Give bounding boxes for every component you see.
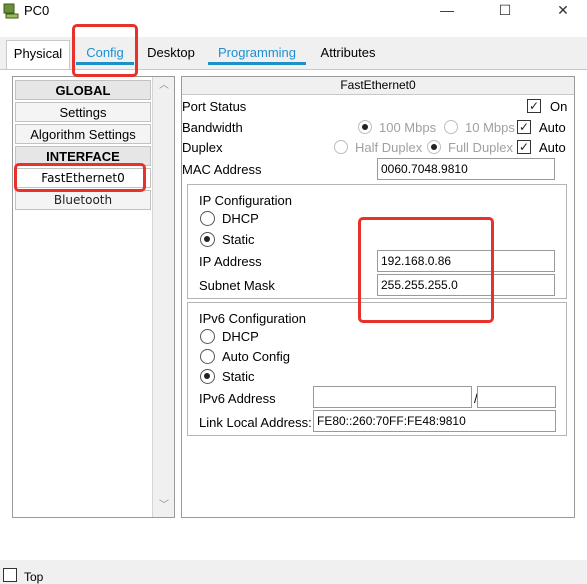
full-duplex-label: Full Duplex xyxy=(448,140,514,155)
bandwidth-10-radio[interactable] xyxy=(444,120,458,134)
ipv6-static-radio[interactable] xyxy=(200,369,215,384)
ip-static-radio[interactable] xyxy=(200,232,215,247)
scroll-up-icon[interactable]: ︿ xyxy=(153,77,175,95)
half-duplex-label: Half Duplex xyxy=(355,140,423,155)
ipv6-address-label: IPv6 Address xyxy=(199,391,276,406)
scroll-down-icon[interactable]: ﹀ xyxy=(153,497,175,515)
half-duplex-radio[interactable] xyxy=(334,140,348,154)
ip-configuration-group: IP Configuration DHCP Static IP Address … xyxy=(187,184,567,299)
bandwidth-10-label: 10 Mbps xyxy=(465,120,515,135)
ipv6-configuration-group: IPv6 Configuration DHCP Auto Config Stat… xyxy=(187,302,567,436)
bandwidth-auto-label: Auto xyxy=(539,120,566,135)
title-bar: PC0 — ☐ ✕ xyxy=(0,0,587,22)
sidebar-item-algorithm-settings[interactable]: Algorithm Settings xyxy=(15,124,151,144)
ip-dhcp-radio[interactable] xyxy=(200,211,215,226)
tab-programming-label: Programming xyxy=(217,45,297,60)
tab-physical-label: Physical xyxy=(13,46,63,61)
tab-programming[interactable]: Programming xyxy=(208,40,306,65)
subnet-mask-label: Subnet Mask xyxy=(199,278,275,293)
ip-config-title: IP Configuration xyxy=(199,193,292,208)
ipv6-auto-config-label: Auto Config xyxy=(222,349,290,364)
ipv6-config-title: IPv6 Configuration xyxy=(199,311,306,326)
tab-attributes-label: Attributes xyxy=(320,45,376,60)
bandwidth-label: Bandwidth xyxy=(182,120,243,135)
ip-address-field[interactable]: 192.168.0.86 xyxy=(377,250,555,272)
tab-config[interactable]: Config xyxy=(76,40,134,65)
pc-app-icon xyxy=(3,3,19,19)
sidebar-item-bluetooth[interactable]: Bluetooth xyxy=(15,190,151,210)
sidebar-header-interface: INTERFACE xyxy=(15,146,151,166)
bottom-bar: Top xyxy=(0,560,587,584)
tab-programming-underline xyxy=(208,62,306,65)
minimize-icon[interactable]: — xyxy=(430,0,464,20)
ipv6-prefix-field[interactable] xyxy=(477,386,556,408)
sidebar-header-global: GLOBAL xyxy=(15,80,151,100)
sidebar-item-settings[interactable]: Settings xyxy=(15,102,151,122)
mac-address-field[interactable]: 0060.7048.9810 xyxy=(377,158,555,180)
sidebar-scrollbar[interactable]: ︿ ﹀ xyxy=(152,77,174,517)
subnet-mask-field[interactable]: 255.255.255.0 xyxy=(377,274,555,296)
window-title: PC0 xyxy=(24,3,50,18)
tab-bar: Physical Config Desktop Programming Attr… xyxy=(0,37,587,69)
ipv6-auto-config-radio[interactable] xyxy=(200,349,215,364)
mac-address-label: MAC Address xyxy=(182,162,262,177)
port-on-checkbox[interactable]: ✓ xyxy=(527,99,541,113)
maximize-icon[interactable]: ☐ xyxy=(488,0,522,20)
link-local-address-label: Link Local Address: xyxy=(199,415,312,430)
top-label: Top xyxy=(24,570,44,584)
interface-title: FastEthernet0 xyxy=(182,77,574,95)
close-icon[interactable]: ✕ xyxy=(546,0,580,20)
ip-static-label: Static xyxy=(222,232,255,247)
top-checkbox[interactable] xyxy=(3,568,17,582)
ipv6-address-field[interactable] xyxy=(313,386,472,408)
ipv6-static-label: Static xyxy=(222,369,255,384)
interface-panel: FastEthernet0 Port Status ✓ On Bandwidth… xyxy=(181,76,575,518)
bandwidth-100-radio[interactable] xyxy=(358,120,372,134)
full-duplex-radio[interactable] xyxy=(427,140,441,154)
tab-attributes[interactable]: Attributes xyxy=(312,40,384,65)
port-status-label: Port Status xyxy=(182,99,247,114)
ip-dhcp-label: DHCP xyxy=(222,211,259,226)
tab-desktop[interactable]: Desktop xyxy=(140,40,202,65)
duplex-label: Duplex xyxy=(182,140,223,155)
ipv6-dhcp-radio[interactable] xyxy=(200,329,215,344)
link-local-address-field[interactable]: FE80::260:70FF:FE48:9810 xyxy=(313,410,556,432)
ipv6-dhcp-label: DHCP xyxy=(222,329,259,344)
ip-address-label: IP Address xyxy=(199,254,262,269)
sidebar-item-fastethernet0[interactable]: FastEthernet0 xyxy=(15,168,151,188)
duplex-auto-checkbox[interactable]: ✓ xyxy=(517,140,531,154)
bandwidth-100-label: 100 Mbps xyxy=(379,120,437,135)
tab-config-label: Config xyxy=(86,45,124,60)
tab-desktop-label: Desktop xyxy=(147,45,195,60)
sidebar-list: GLOBAL Settings Algorithm Settings INTER… xyxy=(12,76,175,518)
tab-physical[interactable]: Physical xyxy=(6,40,70,69)
duplex-auto-label: Auto xyxy=(539,140,566,155)
tab-config-underline xyxy=(76,62,134,65)
bandwidth-auto-checkbox[interactable]: ✓ xyxy=(517,120,531,134)
port-on-label: On xyxy=(550,99,568,114)
